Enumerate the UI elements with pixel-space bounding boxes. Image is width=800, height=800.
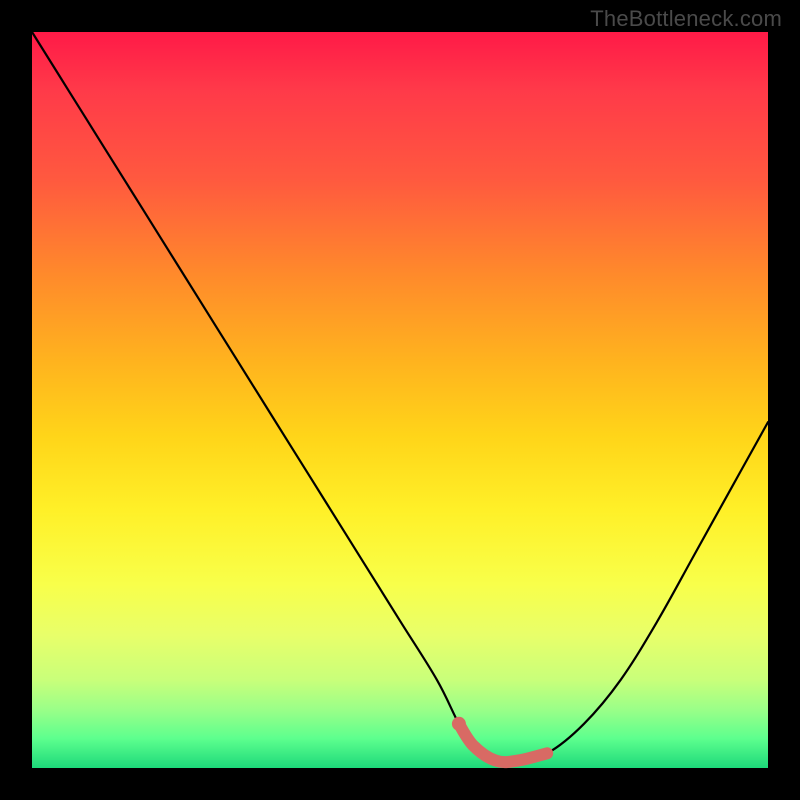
chart-svg: [32, 32, 768, 768]
watermark-text: TheBottleneck.com: [590, 6, 782, 32]
chart-frame: TheBottleneck.com: [0, 0, 800, 800]
plot-area: [32, 32, 768, 768]
optimal-range-highlight: [459, 724, 547, 762]
bottleneck-curve: [32, 32, 768, 762]
optimal-range-start-dot: [452, 717, 466, 731]
